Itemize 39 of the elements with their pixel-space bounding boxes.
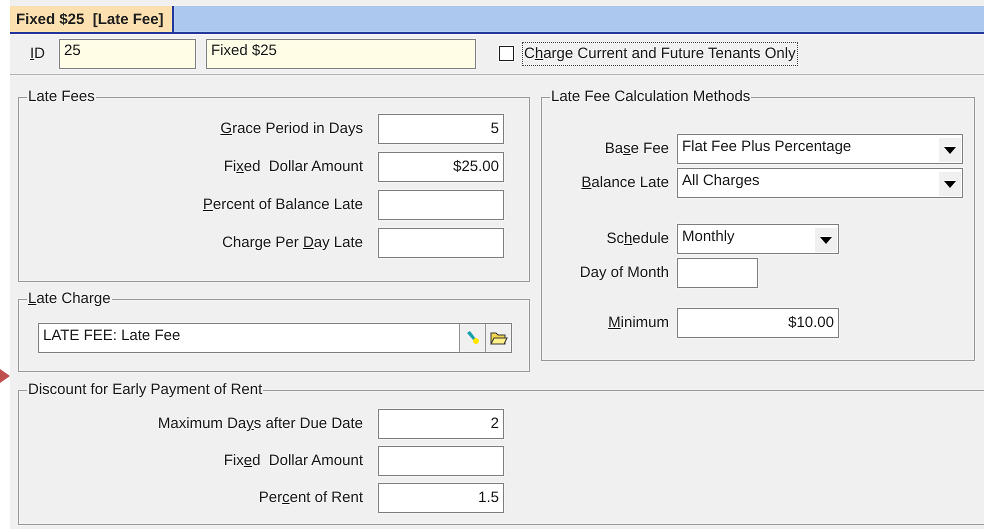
text-field[interactable]: $10.00: [677, 308, 839, 338]
group-title: Discount for Early Payment of Rent: [27, 381, 264, 400]
field-label: Minimum: [607, 313, 669, 334]
folder-icon[interactable]: [485, 324, 511, 352]
pointer-icon: [0, 369, 10, 383]
field-label: Schedule: [605, 229, 669, 250]
text-field[interactable]: [378, 446, 504, 476]
checkbox-label[interactable]: Charge Current and Future Tenants Only: [522, 42, 798, 66]
text-field[interactable]: [378, 228, 504, 258]
tab[interactable]: Fixed $25 [Late Fee]: [10, 6, 174, 32]
field-label: Grace Period in Days: [219, 119, 363, 140]
field-label: Maximum Days after Due Date: [156, 414, 363, 434]
id-label: ID: [30, 44, 46, 64]
dropdown-value: All Charges: [681, 171, 761, 192]
dropdown[interactable]: All Charges: [677, 168, 963, 198]
id-field[interactable]: 25: [59, 38, 196, 69]
field-label: Charge Per Day Late: [221, 233, 363, 254]
text-field[interactable]: $25.00: [378, 152, 504, 182]
field-label: Base Fee: [604, 139, 669, 160]
field-label: Percent of Balance Late: [202, 195, 363, 216]
text-field[interactable]: [677, 258, 758, 288]
dropdown[interactable]: Flat Fee Plus Percentage: [677, 134, 963, 164]
lookup-field[interactable]: LATE FEE: Late Fee: [38, 323, 512, 354]
field-label: Fixed Dollar Amount: [222, 157, 363, 178]
dropdown-value: Monthly: [681, 227, 736, 248]
text-field[interactable]: 2: [378, 409, 504, 440]
field-label: Day of Month: [578, 263, 669, 284]
dropdown[interactable]: Monthly: [677, 224, 839, 254]
name-field[interactable]: Fixed $25: [206, 38, 476, 69]
checkbox[interactable]: [499, 46, 514, 62]
field-value: LATE FEE: Late Fee: [42, 326, 182, 346]
dropdown-value: Flat Fee Plus Percentage: [681, 137, 852, 158]
text-field[interactable]: [378, 190, 504, 220]
group-title: Late Charge: [27, 290, 112, 308]
field-label: Fixed Dollar Amount: [222, 451, 363, 472]
field-label: Balance Late: [580, 173, 669, 194]
text-field[interactable]: 1.5: [378, 483, 504, 514]
field-label: Percent of Rent: [258, 488, 363, 508]
text-field[interactable]: 5: [378, 114, 504, 144]
